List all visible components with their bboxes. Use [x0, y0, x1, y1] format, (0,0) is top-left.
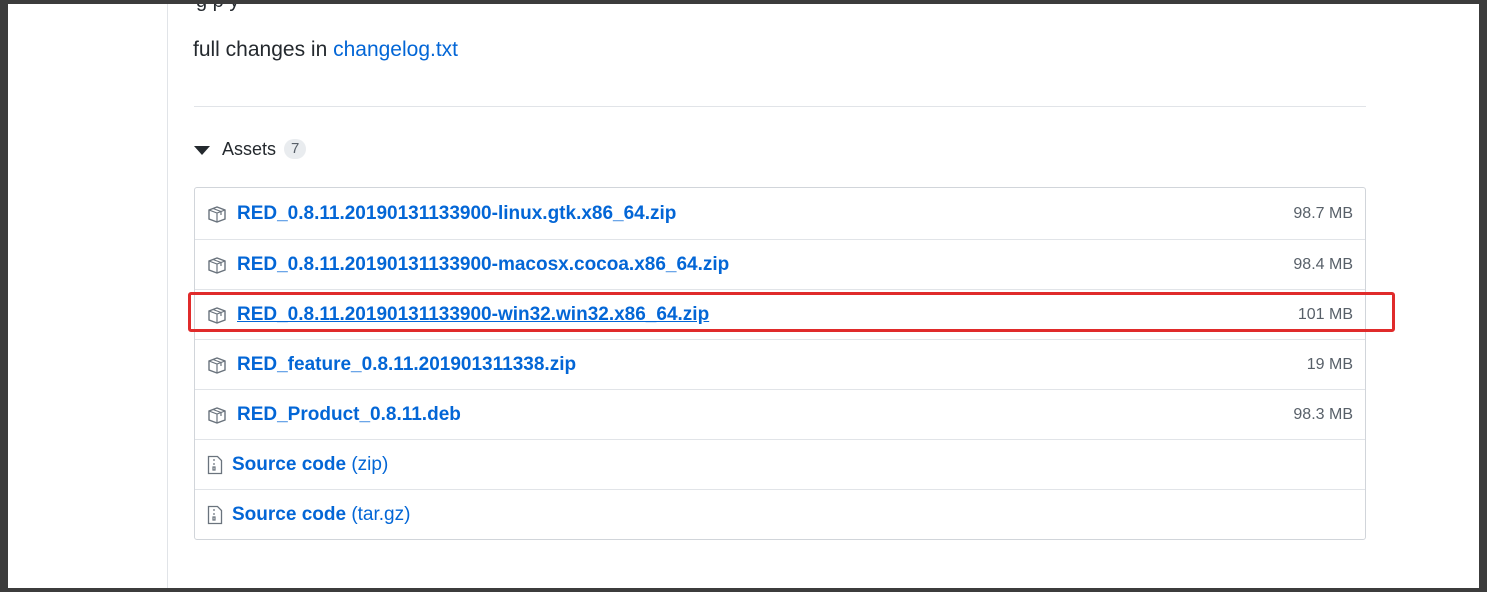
package-icon	[208, 256, 226, 274]
changelog-line: full changes in changelog.txt	[193, 38, 458, 62]
source-code-zip-link[interactable]: Source code (zip)	[232, 454, 388, 476]
asset-download-link[interactable]: RED_Product_0.8.11.deb	[237, 404, 461, 426]
package-icon	[208, 205, 226, 223]
source-code-targz-link[interactable]: Source code (tar.gz)	[232, 504, 410, 526]
asset-row: RED_feature_0.8.11.201901311338.zip 19 M…	[195, 339, 1365, 389]
caret-down-icon	[194, 145, 210, 155]
changelog-prefix: full changes in	[193, 38, 334, 61]
timeline-divider	[167, 4, 168, 588]
asset-download-link[interactable]: RED_0.8.11.20190131133900-linux.gtk.x86_…	[237, 203, 676, 225]
source-row: Source code (zip)	[195, 439, 1365, 489]
asset-size: 98.3 MB	[1293, 405, 1353, 423]
source-row: Source code (tar.gz)	[195, 489, 1365, 539]
asset-row: RED_0.8.11.20190131133900-macosx.cocoa.x…	[195, 239, 1365, 289]
assets-count-badge: 7	[284, 139, 307, 159]
release-page: g p y full changes in changelog.txt Asse…	[8, 4, 1479, 588]
asset-size: 98.7 MB	[1293, 204, 1353, 222]
asset-row: RED_0.8.11.20190131133900-linux.gtk.x86_…	[195, 188, 1365, 239]
release-notes-cutoff-text: g p y	[196, 4, 239, 13]
assets-list: RED_0.8.11.20190131133900-linux.gtk.x86_…	[194, 187, 1366, 540]
file-zip-icon	[207, 455, 223, 474]
asset-row-highlighted: RED_0.8.11.20190131133900-win32.win32.x8…	[195, 289, 1365, 339]
file-zip-icon	[207, 505, 223, 524]
assets-label: Assets	[222, 138, 277, 159]
assets-toggle[interactable]: Assets 7	[194, 136, 307, 162]
changelog-link[interactable]: changelog.txt	[333, 38, 458, 61]
package-icon	[208, 356, 226, 374]
asset-download-link[interactable]: RED_feature_0.8.11.201901311338.zip	[237, 354, 576, 376]
asset-size: 19 MB	[1306, 355, 1353, 373]
asset-size: 101 MB	[1297, 305, 1353, 323]
package-icon	[208, 406, 226, 424]
section-divider	[194, 106, 1366, 107]
asset-download-link[interactable]: RED_0.8.11.20190131133900-win32.win32.x8…	[237, 304, 709, 326]
asset-size: 98.4 MB	[1293, 255, 1353, 273]
package-icon	[208, 306, 226, 324]
asset-download-link[interactable]: RED_0.8.11.20190131133900-macosx.cocoa.x…	[237, 254, 729, 276]
asset-row: RED_Product_0.8.11.deb 98.3 MB	[195, 389, 1365, 439]
